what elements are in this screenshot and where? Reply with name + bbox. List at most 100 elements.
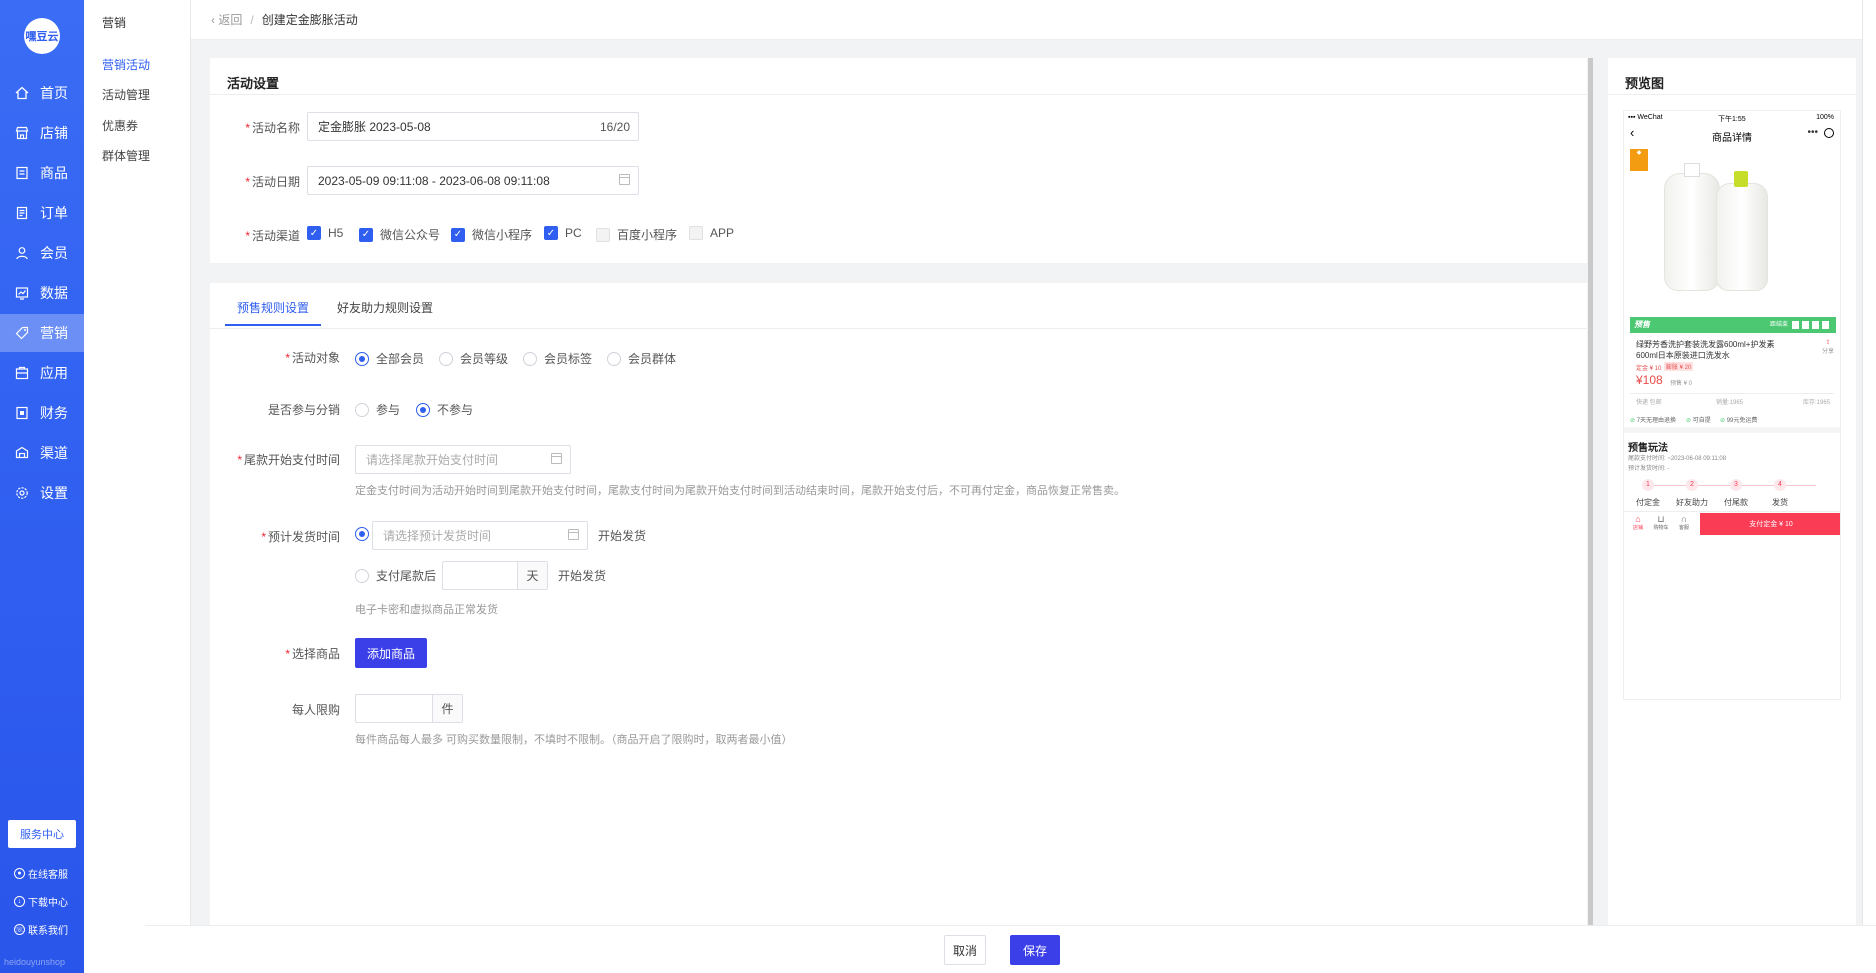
target-radio-all[interactable]: 全部会员 bbox=[355, 350, 424, 367]
sidebar-item-apps[interactable]: 应用 bbox=[0, 354, 84, 392]
days-unit: 天 bbox=[517, 562, 547, 589]
sidebar-item-label: 应用 bbox=[40, 365, 68, 381]
tab-friend-assist-rules[interactable]: 好友助力规则设置 bbox=[325, 299, 445, 326]
divider bbox=[210, 94, 1587, 95]
breadcrumb: ‹ 返回 / 创建定金膨胀活动 bbox=[191, 0, 1876, 40]
ship-radio-after-final[interactable]: 支付尾款后 bbox=[355, 567, 436, 584]
tabbar-store[interactable]: ⌂ 店铺 bbox=[1630, 515, 1646, 532]
status-battery: 100% bbox=[1816, 114, 1834, 121]
sidebar-item-order[interactable]: 订单 bbox=[0, 194, 84, 232]
online-service-link[interactable]: ● 在线客服 bbox=[14, 866, 68, 881]
step-4-label: 发货 bbox=[1772, 498, 1788, 507]
activity-date-range-input[interactable]: 2023-05-09 09:11:08 - 2023-06-08 09:11:0… bbox=[307, 166, 639, 195]
ship-time-input[interactable]: 请选择预计发货时间 bbox=[372, 521, 588, 550]
step-2-number: 2 bbox=[1686, 479, 1698, 491]
home-icon bbox=[14, 85, 30, 101]
channel-checkbox-app[interactable]: APP bbox=[689, 226, 734, 240]
product-name: 绿野芳香洗护套装洗发露600ml+护发素600ml日本原装进口洗发水 bbox=[1636, 340, 1775, 360]
save-button[interactable]: 保存 bbox=[1010, 935, 1060, 965]
subnav-item-group-manage[interactable]: 群体管理 bbox=[102, 147, 150, 164]
subnav-item-marketing-activity[interactable]: 营销活动 bbox=[102, 56, 150, 73]
target-radio-tag[interactable]: 会员标签 bbox=[523, 350, 592, 367]
sidebar-item-marketing[interactable]: 营销 bbox=[0, 314, 84, 352]
distribution-radio-join[interactable]: 参与 bbox=[355, 401, 400, 418]
sidebar-item-store[interactable]: 店铺 bbox=[0, 114, 84, 152]
sidebar-item-settings[interactable]: 设置 bbox=[0, 474, 84, 512]
target-radio-level[interactable]: 会员等级 bbox=[439, 350, 508, 367]
tag-icon bbox=[14, 325, 30, 341]
share-icon: ⇪ 分享 bbox=[1821, 340, 1834, 355]
cart-icon: ⊔ bbox=[1657, 514, 1665, 524]
sidebar-item-home[interactable]: 首页 bbox=[0, 74, 84, 112]
tabbar-service[interactable]: ∩ 客服 bbox=[1676, 514, 1692, 532]
ship-time-label: * 预计发货时间 bbox=[261, 530, 340, 544]
sidebar-item-finance[interactable]: 财务 bbox=[0, 394, 84, 432]
step-1-number: 1 bbox=[1642, 479, 1654, 491]
sidebar-item-label: 会员 bbox=[40, 245, 68, 261]
preview-title: 预览图 bbox=[1625, 76, 1665, 91]
channel-checkbox-wechat-oa[interactable]: ✓ 微信公众号 bbox=[359, 226, 440, 243]
rules-tabs: 预售规则设置 好友助力规则设置 bbox=[225, 299, 449, 326]
pump-icon bbox=[1734, 171, 1748, 187]
headset-icon: ∩ bbox=[1680, 514, 1688, 524]
target-label: * 活动对象 bbox=[285, 351, 340, 365]
subnav-item-coupon[interactable]: 优惠券 bbox=[102, 117, 138, 134]
sidebar-item-label: 财务 bbox=[40, 405, 68, 421]
channel-checkbox-h5[interactable]: ✓ H5 bbox=[307, 226, 343, 240]
app-icon bbox=[14, 365, 30, 381]
final-pay-hint: 定金支付时间为活动开始时间到尾款开始支付时间，尾款支付时间为尾款开始支付时间到活… bbox=[355, 485, 1125, 497]
add-goods-button[interactable]: 添加商品 bbox=[355, 638, 427, 668]
sidebar-item-label: 渠道 bbox=[40, 445, 68, 461]
ship-time-text: 预计发货时间: - bbox=[1628, 466, 1670, 472]
final-pay-label: * 尾款开始支付时间 bbox=[237, 453, 340, 467]
original-price: 预售 ¥ 0 bbox=[1670, 381, 1693, 387]
activity-settings-card: 活动设置 * 活动名称 定金膨胀 2023-05-08 16/20 * 活动日期 2… bbox=[210, 58, 1587, 263]
contact-us-link[interactable]: ☏ 联系我们 bbox=[14, 922, 68, 937]
sidebar-footer-text: heidouyunshop bbox=[4, 957, 66, 967]
cancel-button[interactable]: 取消 bbox=[944, 935, 986, 965]
sidebar-item-label: 店铺 bbox=[40, 125, 68, 141]
channel-icon bbox=[14, 445, 30, 461]
target-radio-group[interactable]: 会员群体 bbox=[607, 350, 676, 367]
channel-checkbox-wechat-mp[interactable]: ✓ 微信小程序 bbox=[451, 226, 532, 243]
subnav-title: 营销 bbox=[102, 16, 127, 30]
product-icon bbox=[14, 165, 30, 181]
activity-channel-label: * 活动渠道 bbox=[245, 229, 300, 243]
tabbar-cart[interactable]: ⊔ 购物车 bbox=[1652, 514, 1670, 532]
main-scrollbar[interactable] bbox=[1588, 58, 1593, 925]
purchase-limit-input[interactable]: 件 bbox=[355, 694, 463, 723]
tab-presale-rules[interactable]: 预售规则设置 bbox=[225, 299, 322, 326]
phone-preview: ▪▪▪ WeChat 下午1:55 100% ‹ 商品详情 ••• ◆ 预售 距… bbox=[1623, 110, 1841, 700]
divider bbox=[1608, 94, 1856, 95]
service-center-button[interactable]: 服务中心 bbox=[8, 820, 76, 848]
download-center-link[interactable]: ↓ 下载中心 bbox=[14, 894, 68, 909]
char-count: 16/20 bbox=[599, 119, 630, 134]
channel-checkbox-baidu[interactable]: 百度小程序 bbox=[596, 226, 677, 243]
preview-panel: 预览图 ▪▪▪ WeChat 下午1:55 100% ‹ 商品详情 ••• ◆ … bbox=[1608, 58, 1856, 925]
activity-name-input[interactable]: 定金膨胀 2023-05-08 16/20 bbox=[307, 112, 639, 141]
subnav-item-activity-manage[interactable]: 活动管理 bbox=[102, 86, 150, 103]
sidebar-item-label: 首页 bbox=[40, 85, 68, 101]
ship-suffix-2: 开始发货 bbox=[558, 569, 607, 583]
card-title: 活动设置 bbox=[227, 76, 280, 91]
channel-checkbox-pc[interactable]: ✓ PC bbox=[544, 226, 582, 240]
calendar-icon bbox=[568, 529, 579, 540]
status-time: 下午1:55 bbox=[1718, 116, 1746, 123]
distribution-label: 是否参与分销 bbox=[267, 403, 340, 417]
sidebar-item-member[interactable]: 会员 bbox=[0, 234, 84, 272]
sidebar-item-channel[interactable]: 渠道 bbox=[0, 434, 84, 472]
breadcrumb-current: 创建定金膨胀活动 bbox=[261, 13, 358, 27]
distribution-radio-not-join[interactable]: 不参与 bbox=[416, 401, 473, 418]
ship-days-input[interactable]: 天 bbox=[442, 561, 548, 590]
activity-name-label: * 活动名称 bbox=[245, 121, 300, 135]
user-icon bbox=[14, 245, 30, 261]
step-3-label: 付尾款 bbox=[1724, 498, 1748, 507]
back-link[interactable]: ‹ 返回 bbox=[211, 11, 242, 28]
sidebar-item-data[interactable]: 数据 bbox=[0, 274, 84, 312]
step-4-number: 4 bbox=[1774, 479, 1786, 491]
final-pay-time-input[interactable]: 请选择尾款开始支付时间 bbox=[355, 445, 571, 474]
guarantee-3: ⊘ 99元免运费 bbox=[1720, 418, 1758, 424]
order-icon bbox=[14, 205, 30, 221]
pay-deposit-button[interactable]: 支付定金 ¥ 10 bbox=[1700, 513, 1840, 535]
sidebar-item-product[interactable]: 商品 bbox=[0, 154, 84, 192]
